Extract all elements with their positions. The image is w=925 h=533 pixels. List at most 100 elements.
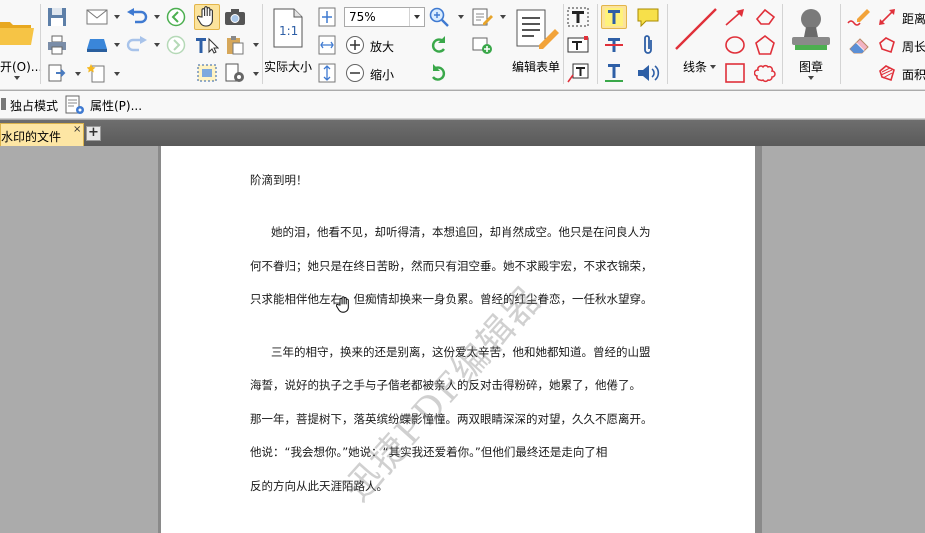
save-button[interactable] <box>46 6 68 28</box>
ellipse-tool-button[interactable] <box>722 34 748 56</box>
separator <box>597 4 598 84</box>
redo-icon <box>126 36 147 52</box>
print-button[interactable] <box>46 34 68 56</box>
perimeter-tool-button[interactable] <box>876 34 898 56</box>
open-dropdown-arrow[interactable] <box>14 76 20 80</box>
line-dropdown-arrow[interactable] <box>710 65 716 69</box>
eraser-button[interactable] <box>846 34 872 56</box>
plus-circle-icon <box>346 36 364 54</box>
cloud-tool-button[interactable] <box>752 62 778 84</box>
page-tools-button[interactable] <box>223 62 247 84</box>
fit-visible-button[interactable] <box>316 62 338 84</box>
page-tools-dropdown-arrow[interactable] <box>253 72 259 76</box>
envelope-icon <box>86 9 108 25</box>
line-tool-button[interactable] <box>672 6 720 52</box>
save-icon <box>48 8 66 26</box>
undo-dropdown-arrow[interactable] <box>154 15 160 19</box>
stamp-label: 图章 <box>799 60 824 74</box>
fit-page-button[interactable] <box>316 6 338 28</box>
cloud-icon <box>754 64 776 83</box>
properties-label[interactable]: 属性(P)... <box>90 97 142 114</box>
perimeter-icon <box>879 37 895 54</box>
page-settings-icon <box>225 63 244 82</box>
document-viewport[interactable]: 阶滴到明！ 她的泪，他看不见，却听得清，本想追回，却肖然成空。他只是在问良人为 … <box>0 146 925 533</box>
strikeout-button[interactable] <box>601 34 627 56</box>
arrow-icon <box>725 9 744 26</box>
paste-dropdown-arrow[interactable] <box>253 43 259 47</box>
highlight-icon <box>605 8 623 26</box>
select-text-button[interactable] <box>194 34 220 56</box>
zoom-select[interactable]: 75% <box>344 7 425 27</box>
zoom-tool-button[interactable] <box>428 6 450 28</box>
folder-icon <box>0 22 34 45</box>
document-tab-bar: 水印的文件 × + <box>0 120 925 146</box>
export-dropdown-arrow[interactable] <box>75 72 81 76</box>
add-field-icon <box>472 37 492 54</box>
rectangle-tool-button[interactable] <box>722 62 748 84</box>
edit-form-button[interactable] <box>512 6 560 52</box>
email-button[interactable] <box>85 6 109 28</box>
scan-dropdown-arrow[interactable] <box>114 43 120 47</box>
edit-content-button[interactable] <box>470 6 494 28</box>
hand-tool-button[interactable] <box>194 4 220 30</box>
callout-button[interactable] <box>566 62 590 84</box>
back-button[interactable] <box>165 6 187 28</box>
fit-width-button[interactable] <box>316 34 338 56</box>
add-form-field-button[interactable] <box>470 34 494 56</box>
actual-size-button[interactable]: 1:1 <box>270 6 306 50</box>
rotate-left-button[interactable] <box>428 34 450 56</box>
email-dropdown-arrow[interactable] <box>114 15 120 19</box>
snapshot-button[interactable] <box>223 6 247 28</box>
underline-button[interactable] <box>601 62 627 84</box>
area-label: 面积 <box>902 68 925 82</box>
properties-button[interactable] <box>64 94 86 116</box>
export-button[interactable] <box>46 62 68 84</box>
open-label: 开(O)... <box>0 60 43 74</box>
exclusive-mode-label[interactable]: 独占模式 <box>10 97 58 114</box>
arrow-tool-button[interactable] <box>722 6 748 28</box>
distance-tool-button[interactable] <box>876 6 898 28</box>
forward-button[interactable] <box>165 34 187 56</box>
redo-dropdown-arrow[interactable] <box>154 43 160 47</box>
page-text-line: 何不眷归；她只是在终日苦盼，然而只有泪空垂。她不求殿宇宏，不求衣锦荣， <box>250 259 653 273</box>
exclusive-mode-button[interactable] <box>0 95 8 113</box>
new-tab-button[interactable]: + <box>86 126 101 141</box>
zoom-tool-dropdown-arrow[interactable] <box>458 15 464 19</box>
stamp-dropdown-arrow[interactable] <box>808 76 814 80</box>
select-area-button[interactable] <box>194 62 220 84</box>
pencil-button[interactable] <box>846 6 872 28</box>
redo-button[interactable] <box>124 34 150 56</box>
typewriter-button[interactable] <box>566 6 590 28</box>
new-document-dropdown-arrow[interactable] <box>114 72 120 76</box>
stamp-button[interactable] <box>786 4 836 54</box>
zoom-in-button[interactable] <box>344 34 366 56</box>
secondary-toolbar: 独占模式 属性(P)... <box>0 91 925 119</box>
area-tool-button[interactable] <box>876 62 898 84</box>
polygon-tool-button[interactable] <box>752 34 778 56</box>
open-button[interactable] <box>0 6 34 56</box>
tab-watermark-file[interactable]: 水印的文件 × <box>0 123 84 146</box>
new-document-icon <box>87 64 105 83</box>
rotate-right-button[interactable] <box>428 62 450 84</box>
page-text-line: 只求能相伴他左右，但痴情却换来一身负累。曾经的红尘眷恋，一任秋水望穿。 <box>250 292 653 306</box>
close-icon[interactable]: × <box>73 124 81 135</box>
distance-icon <box>879 9 895 25</box>
note-button[interactable] <box>635 6 661 28</box>
speaker-icon <box>638 65 660 81</box>
undo-button[interactable] <box>124 6 150 28</box>
separator <box>840 4 841 84</box>
zoom-out-button[interactable] <box>344 62 366 84</box>
edit-content-dropdown-arrow[interactable] <box>500 15 506 19</box>
new-document-button[interactable] <box>85 62 109 84</box>
paste-button[interactable] <box>223 34 247 56</box>
scan-button[interactable] <box>85 34 109 56</box>
sound-button[interactable] <box>635 62 661 84</box>
textbox-button[interactable] <box>566 34 590 56</box>
attach-file-button[interactable] <box>635 34 661 56</box>
chevron-down-icon[interactable] <box>409 8 424 26</box>
eraser-shape-button[interactable] <box>752 6 778 28</box>
tab-label: 水印的文件 <box>1 130 62 144</box>
highlight-text-button[interactable] <box>601 5 627 29</box>
actual-size-icon: 1:1 <box>273 8 303 48</box>
callout-icon <box>567 63 589 83</box>
